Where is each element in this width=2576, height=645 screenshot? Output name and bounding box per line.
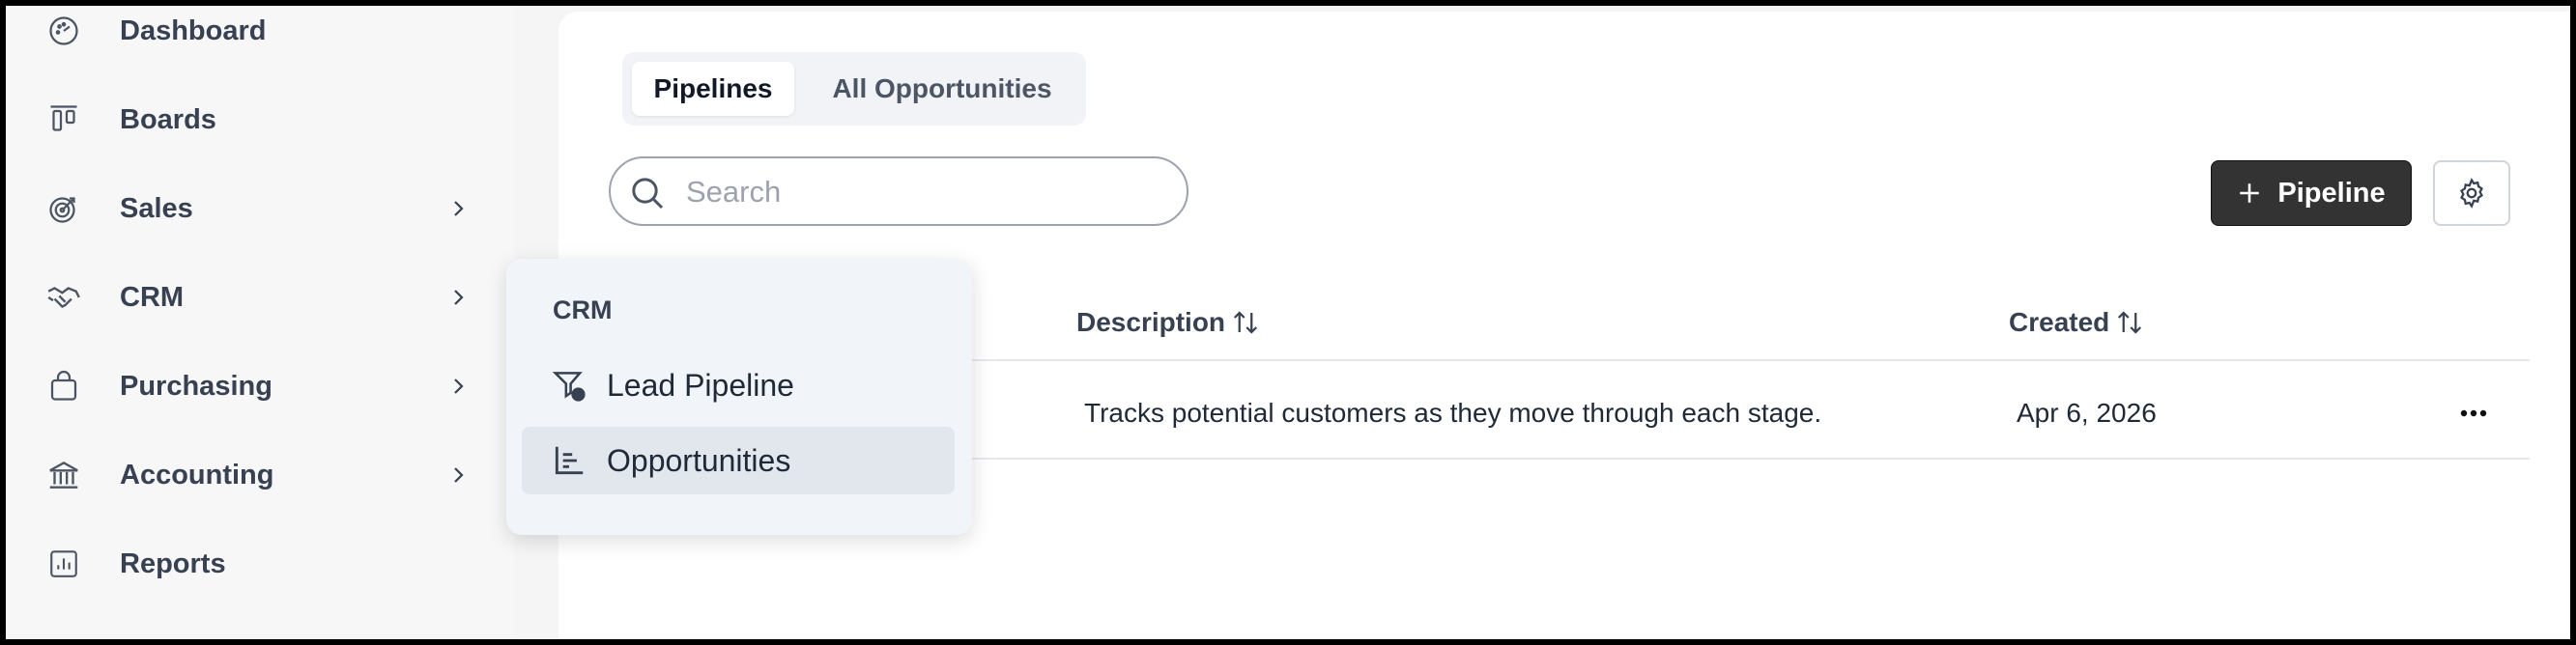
chevron-right-icon [444, 462, 472, 489]
add-pipeline-button[interactable]: Pipeline [2211, 160, 2412, 226]
gear-icon [2460, 178, 2483, 209]
row-description: Tracks potential customers as they move … [1084, 398, 1822, 428]
search-icon [632, 178, 664, 210]
row-actions-button[interactable] [2452, 394, 2495, 433]
column-header-description[interactable]: Description [1076, 307, 1260, 338]
chevron-right-icon [444, 195, 472, 222]
sidebar-item-purchasing[interactable]: Purchasing [6, 342, 514, 431]
sidebar-item-label: Reports [120, 547, 226, 579]
chevron-right-icon [444, 284, 472, 311]
sidebar-item-crm[interactable]: CRM [6, 253, 514, 342]
row-created: Apr 6, 2026 [2017, 398, 2157, 428]
sidebar-item-label: Accounting [120, 459, 274, 491]
sidebar-item-label: Dashboard [120, 14, 267, 46]
more-horizontal-icon [2460, 409, 2487, 417]
column-header-label: Created [2009, 307, 2110, 337]
sidebar-item-dashboard[interactable]: Dashboard [6, 6, 514, 75]
shopping-bag-icon [44, 367, 83, 406]
sidebar: Dashboard Boards Sales CRM Purchasing Ac… [6, 6, 514, 639]
submenu-item-opportunities[interactable]: Opportunities [522, 427, 955, 494]
app-window: Dashboard Boards Sales CRM Purchasing Ac… [6, 6, 2570, 639]
submenu-item-lead-pipeline[interactable]: $ Lead Pipeline [522, 351, 955, 419]
sidebar-item-reports[interactable]: Reports [6, 519, 514, 608]
submenu-item-label: Lead Pipeline [607, 367, 794, 403]
submenu-item-label: Opportunities [607, 442, 791, 478]
sort-icon [2118, 311, 2142, 334]
tab-all-opportunities[interactable]: All Opportunities [812, 62, 1073, 116]
chevron-right-icon [444, 373, 472, 400]
search-box [609, 156, 1188, 226]
report-chart-icon [44, 545, 83, 583]
sidebar-item-label: CRM [120, 281, 185, 313]
sort-icon [1233, 311, 1258, 334]
svg-text:$: $ [575, 389, 582, 401]
handshake-icon [44, 278, 83, 317]
sidebar-item-label: Boards [120, 103, 216, 135]
plus-icon [2240, 183, 2260, 203]
bank-icon [44, 456, 83, 494]
target-icon [44, 189, 83, 228]
funnel-dollar-icon: $ [552, 372, 586, 403]
tab-pipelines[interactable]: Pipelines [632, 62, 794, 116]
boards-icon [44, 100, 83, 139]
chart-bars-icon [555, 446, 584, 475]
column-header-label: Description [1076, 307, 1226, 337]
add-pipeline-label: Pipeline [2277, 177, 2386, 209]
search-input[interactable] [686, 168, 1169, 216]
dashboard-icon [44, 12, 83, 50]
crm-submenu: CRM $ Lead Pipeline Opportunities [506, 259, 972, 535]
column-header-created[interactable]: Created [2009, 307, 2144, 338]
submenu-heading: CRM [553, 295, 613, 324]
sidebar-item-label: Sales [120, 192, 193, 224]
sidebar-item-sales[interactable]: Sales [6, 164, 514, 253]
tab-bar: Pipelines All Opportunities [622, 52, 1086, 126]
sidebar-item-accounting[interactable]: Accounting [6, 431, 514, 519]
sidebar-item-label: Purchasing [120, 370, 272, 402]
settings-button[interactable] [2433, 160, 2510, 226]
sidebar-item-boards[interactable]: Boards [6, 75, 514, 164]
